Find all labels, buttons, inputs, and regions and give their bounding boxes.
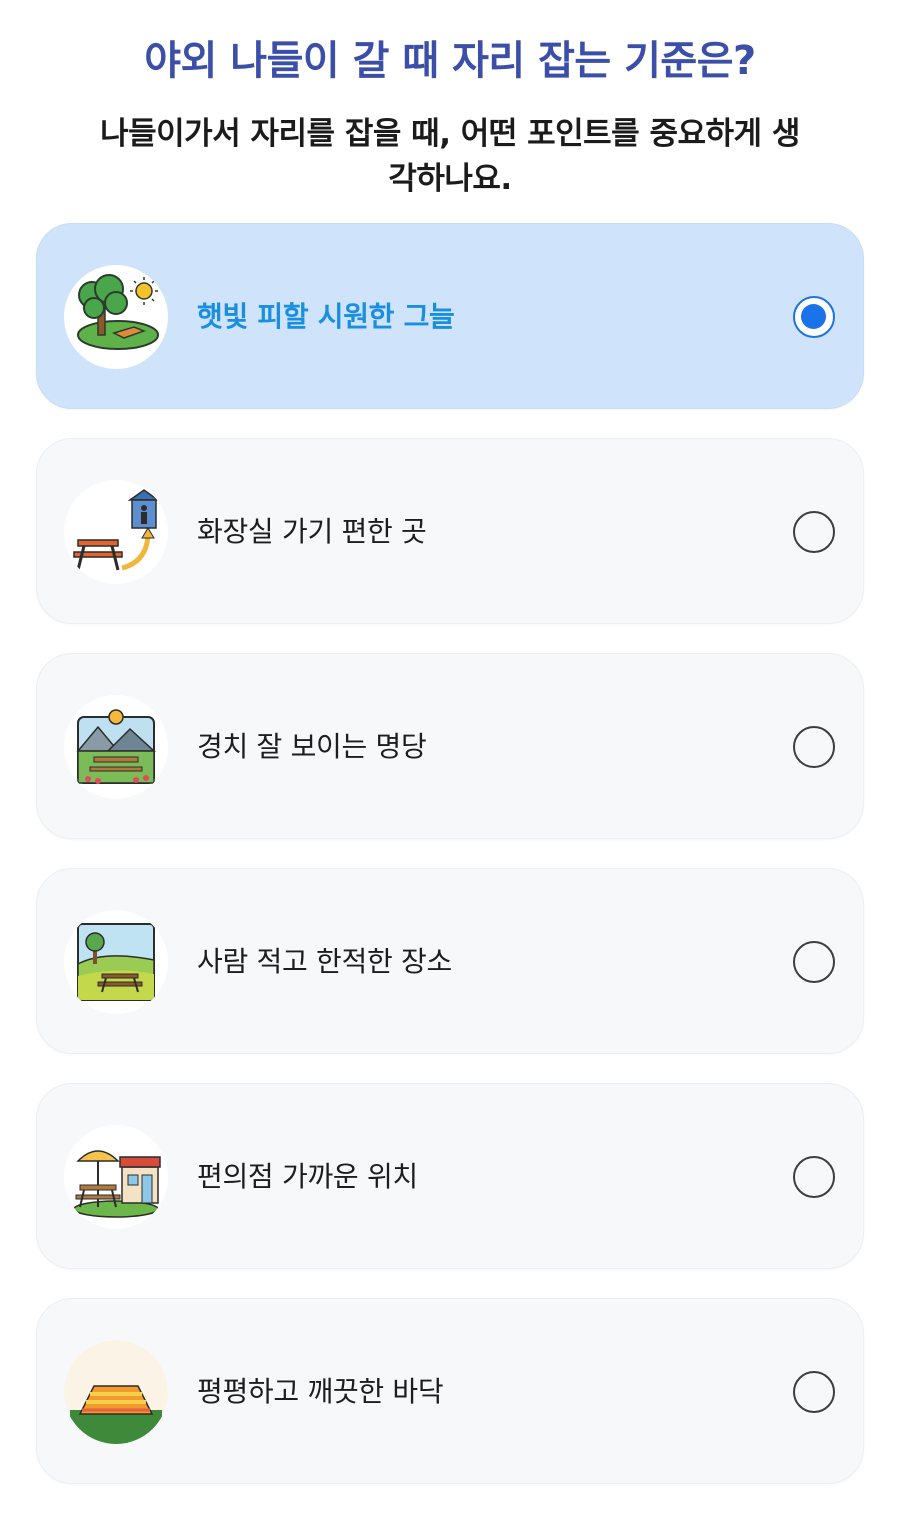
radio-unselected[interactable] [793, 941, 835, 983]
option-restroom[interactable]: 화장실 가기 편한 곳 [36, 438, 864, 624]
scenic-view-icon [64, 695, 168, 799]
flat-mat-icon [64, 1340, 168, 1444]
radio-unselected[interactable] [793, 511, 835, 553]
option-scenic[interactable]: 경치 잘 보이는 명당 [36, 653, 864, 839]
option-list: 햇빛 피할 시원한 그늘 화장실 가기 편한 곳 경치 잘 보이는 명당 사람 … [36, 223, 864, 1513]
option-label: 편의점 가까운 위치 [197, 1160, 418, 1193]
option-label: 경치 잘 보이는 명당 [197, 730, 427, 763]
quiet-field-icon [64, 910, 168, 1014]
radio-unselected[interactable] [793, 1371, 835, 1413]
radio-unselected[interactable] [793, 726, 835, 768]
option-label: 사람 적고 한적한 장소 [197, 945, 452, 978]
option-label: 화장실 가기 편한 곳 [197, 515, 427, 548]
radio-selected[interactable] [793, 296, 835, 338]
option-shade[interactable]: 햇빛 피할 시원한 그늘 [36, 223, 864, 409]
option-label: 평평하고 깨끗한 바닥 [197, 1375, 444, 1408]
option-label: 햇빛 피할 시원한 그늘 [197, 300, 455, 333]
radio-unselected[interactable] [793, 1156, 835, 1198]
tree-shade-icon [64, 265, 168, 369]
option-store[interactable]: 편의점 가까운 위치 [36, 1083, 864, 1269]
option-quiet[interactable]: 사람 적고 한적한 장소 [36, 868, 864, 1054]
page-title: 야외 나들이 갈 때 자리 잡는 기준은? [144, 38, 756, 84]
restroom-path-icon [64, 480, 168, 584]
page-subtitle: 나들이가서 자리를 잡을 때, 어떤 포인트를 중요하게 생각하나요. [100, 116, 800, 197]
option-flat[interactable]: 평평하고 깨끗한 바닥 [36, 1298, 864, 1484]
convenience-store-icon [64, 1125, 168, 1229]
